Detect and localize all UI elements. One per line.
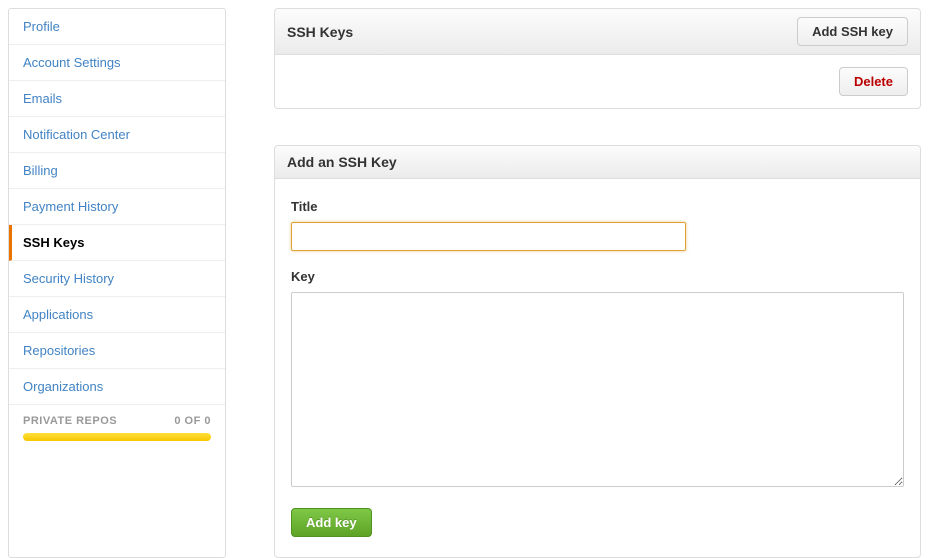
- sidebar-item-security-history[interactable]: Security History: [9, 261, 225, 297]
- add-ssh-key-title: Add an SSH Key: [287, 154, 397, 170]
- sidebar-item-repositories[interactable]: Repositories: [9, 333, 225, 369]
- sidebar-item-emails[interactable]: Emails: [9, 81, 225, 117]
- sidebar-item-profile[interactable]: Profile: [9, 9, 225, 45]
- ssh-keys-panel: SSH Keys Add SSH key Delete: [274, 8, 921, 109]
- ssh-keys-title: SSH Keys: [287, 24, 353, 40]
- sidebar-item-payment-history[interactable]: Payment History: [9, 189, 225, 225]
- add-ssh-key-panel: Add an SSH Key Title Key Add key: [274, 145, 921, 558]
- sidebar-item-applications[interactable]: Applications: [9, 297, 225, 333]
- sidebar-item-organizations[interactable]: Organizations: [9, 369, 225, 405]
- sidebar-item-notification-center[interactable]: Notification Center: [9, 117, 225, 153]
- delete-ssh-key-button[interactable]: Delete: [839, 67, 908, 96]
- ssh-key-row: Delete: [275, 55, 920, 108]
- sidebar-item-billing[interactable]: Billing: [9, 153, 225, 189]
- key-textarea[interactable]: [291, 292, 904, 487]
- sidebar-item-account-settings[interactable]: Account Settings: [9, 45, 225, 81]
- settings-sidebar: Profile Account Settings Emails Notifica…: [8, 8, 226, 558]
- key-label: Key: [291, 269, 904, 284]
- add-ssh-key-button[interactable]: Add SSH key: [797, 17, 908, 46]
- add-key-submit-button[interactable]: Add key: [291, 508, 372, 537]
- private-repos-bar: [23, 433, 211, 441]
- sidebar-footer: PRIVATE REPOS 0 OF 0: [9, 405, 225, 451]
- private-repos-count: 0 OF 0: [174, 415, 211, 427]
- title-label: Title: [291, 199, 904, 214]
- private-repos-label: PRIVATE REPOS: [23, 415, 117, 427]
- sidebar-item-ssh-keys[interactable]: SSH Keys: [9, 225, 225, 261]
- title-input[interactable]: [291, 222, 686, 251]
